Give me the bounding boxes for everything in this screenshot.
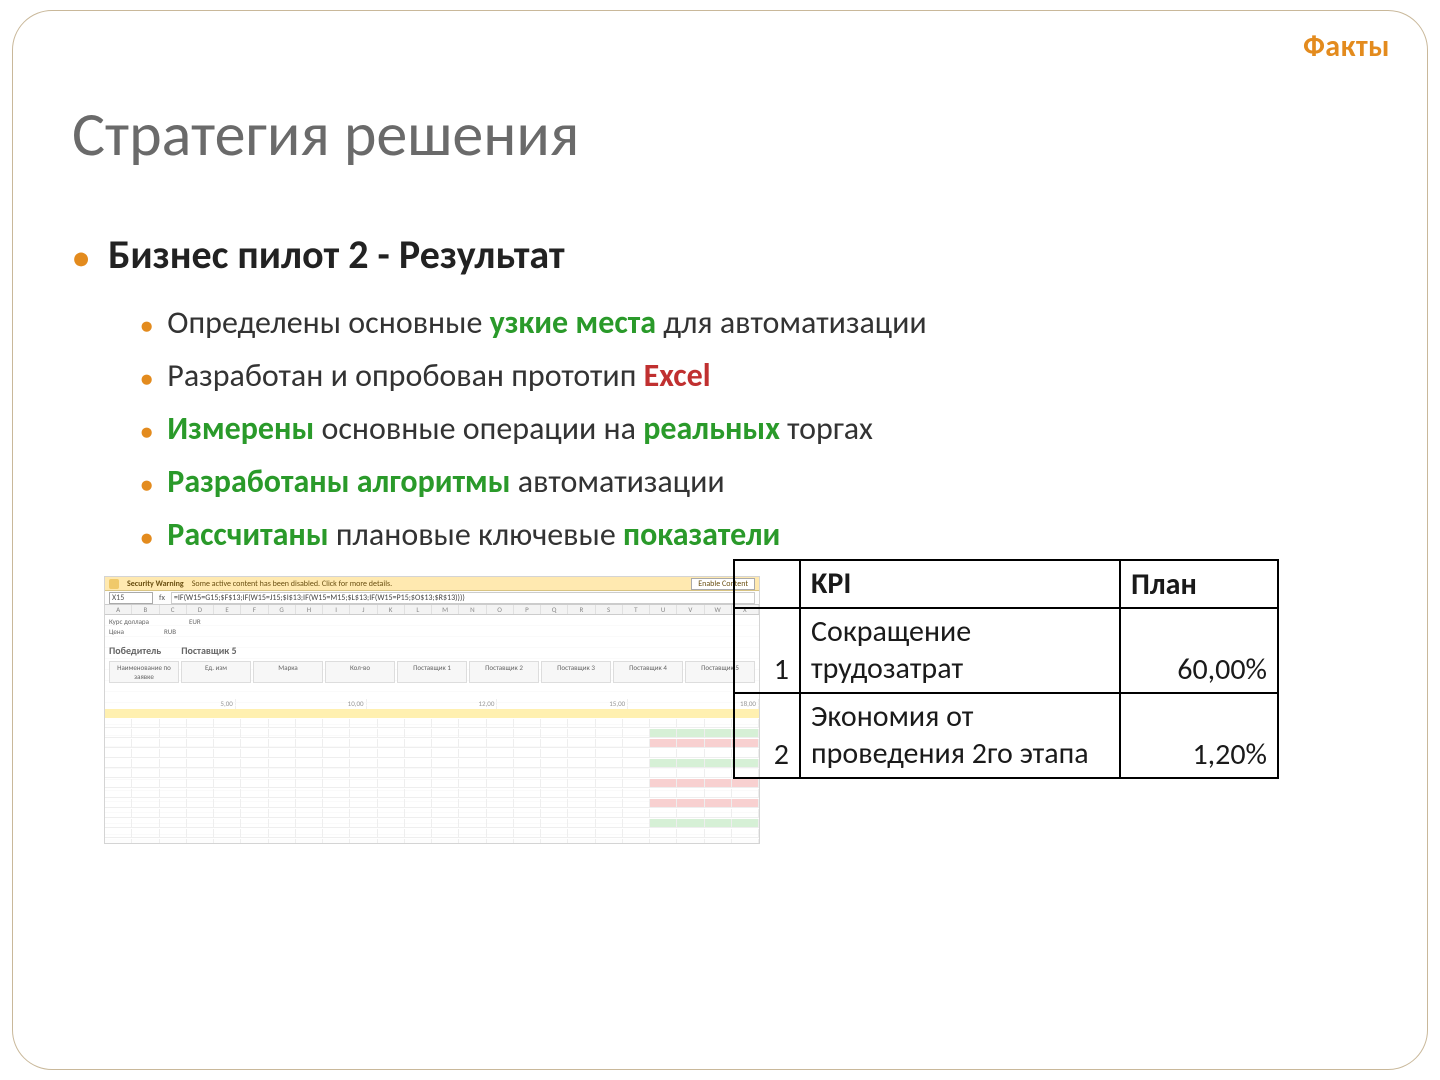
bullet-text: Определены основные узкие места для авто… — [167, 303, 926, 342]
bullet-level2: ● Измерены основные операции на реальных … — [140, 409, 1380, 448]
bullet-dot-icon: ● — [140, 527, 153, 549]
bullet-text: Разработан и опробован прототип Excel — [167, 356, 710, 395]
bullet-level1: ● Бизнес пилот 2 - Результат — [72, 230, 1380, 279]
table-header-row: KPI План — [734, 560, 1278, 608]
kpi-header-kpi: KPI — [800, 560, 1120, 608]
excel-formula: =IF(W15=G15;$F$13;IF(W15=J15;$I$13;IF(W1… — [171, 592, 755, 604]
excel-label: Курс доллара — [109, 617, 149, 626]
bullet-dot-icon: ● — [140, 368, 153, 390]
excel-formula-bar: X15 fx =IF(W15=G15;$F$13;IF(W15=J15;$I$1… — [105, 591, 759, 605]
bullet-text: Разработаны алгоритмы автоматизации — [167, 462, 724, 501]
bullet-dot-icon: ● — [72, 244, 90, 274]
bullet-level2: ● Разработан и опробован прототип Excel — [140, 356, 1380, 395]
excel-column-headers: ABCDEFGHIJKLMNOPQRSTUVWX — [105, 605, 759, 615]
kpi-row-value: 60,00% — [1120, 608, 1278, 693]
bullet-dot-icon: ● — [140, 474, 153, 496]
excel-winner-label: Победитель — [109, 644, 161, 657]
bullet-text: Рассчитаны плановые ключевые показатели — [167, 515, 780, 554]
excel-label: EUR — [189, 617, 201, 626]
section-badge: Факты — [1303, 28, 1390, 65]
table-row: 2 Экономия от проведения 2го этапа 1,20% — [734, 693, 1278, 778]
excel-security-warning: Security Warning Some active content has… — [105, 577, 759, 591]
bullet-text: Измерены основные операции на реальных т… — [167, 409, 873, 448]
excel-warn-bold: Security Warning — [127, 579, 184, 589]
bullet-level2: ● Разработаны алгоритмы автоматизации — [140, 462, 1380, 501]
kpi-header-plan: План — [1120, 560, 1278, 608]
kpi-row-index: 2 — [734, 693, 800, 778]
excel-cell-ref: X15 — [109, 592, 153, 604]
bullet-list: ● Бизнес пилот 2 - Результат ● Определены… — [72, 230, 1380, 568]
excel-label: Цена — [109, 627, 124, 636]
bullet-level2: ● Рассчитаны плановые ключевые показатели — [140, 515, 1380, 554]
bullet-level2: ● Определены основные узкие места для авт… — [140, 303, 1380, 342]
excel-screenshot: Security Warning Some active content has… — [104, 576, 760, 844]
bullet-text: Бизнес пилот 2 - Результат — [108, 230, 565, 279]
excel-top-rows: Курс доллара EUR Цена RUB Победитель Поста… — [105, 615, 759, 685]
fx-icon: fx — [159, 593, 165, 603]
table-row: 1 Сокращение трудозатрат 60,00% — [734, 608, 1278, 693]
bullet-dot-icon: ● — [140, 315, 153, 337]
kpi-row-value: 1,20% — [1120, 693, 1278, 778]
bullet-dot-icon: ● — [140, 421, 153, 443]
page-title: Стратегия решения — [72, 96, 579, 172]
kpi-row-desc: Экономия от проведения 2го этапа — [800, 693, 1120, 778]
warning-icon — [109, 579, 119, 589]
kpi-row-index: 1 — [734, 608, 800, 693]
excel-winner-value: Поставщик 5 — [181, 644, 236, 657]
excel-label: RUB — [164, 627, 176, 636]
kpi-table: KPI План 1 Сокращение трудозатрат 60,00%… — [733, 559, 1279, 779]
kpi-header-empty — [734, 560, 800, 608]
excel-body: Курс доллара EUR Цена RUB Победитель Поста… — [105, 615, 759, 839]
excel-warn-text: Some active content has been disabled. C… — [192, 579, 392, 589]
kpi-row-desc: Сокращение трудозатрат — [800, 608, 1120, 693]
